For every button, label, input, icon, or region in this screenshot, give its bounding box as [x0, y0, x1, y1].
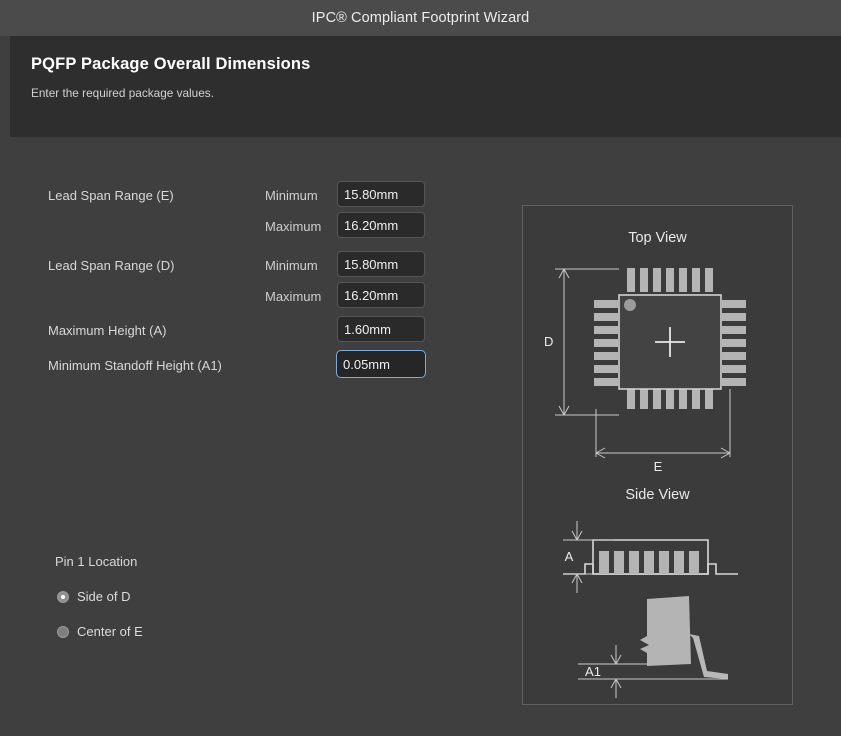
package-diagram-panel: Top View D E Side View A A1	[522, 205, 793, 705]
caption-side-view: Side View	[625, 487, 690, 503]
page-subtitle: Enter the required package values.	[31, 86, 214, 100]
dimension-label-e: E	[654, 459, 663, 474]
input-lead-span-e-max[interactable]	[337, 212, 425, 238]
input-lead-span-e-min[interactable]	[337, 181, 425, 207]
label-minimum-standoff-height: Minimum Standoff Height (A1)	[48, 358, 222, 373]
side-view-drawing: A	[563, 521, 738, 593]
wizard-page: PQFP Package Overall Dimensions Enter th…	[10, 36, 841, 736]
window-title: IPC® Compliant Footprint Wizard	[311, 10, 530, 26]
input-minimum-standoff-height[interactable]	[336, 350, 426, 378]
standoff-detail-drawing: A1	[578, 596, 728, 698]
dimension-e-drawing: E	[595, 447, 731, 474]
radio-icon-side-of-d[interactable]	[57, 590, 69, 603]
input-lead-span-d-max[interactable]	[337, 282, 425, 308]
dimension-label-a: A	[565, 549, 574, 564]
dimension-label-a1: A1	[585, 664, 601, 679]
form-area: Lead Span Range (E) Minimum Maximum Lead…	[10, 137, 841, 736]
label-maximum-height: Maximum Height (A)	[48, 323, 167, 338]
radio-option-center-of-e[interactable]: Center of E	[57, 624, 143, 639]
label-e-minimum: Minimum	[265, 188, 318, 203]
page-title: PQFP Package Overall Dimensions	[31, 55, 311, 73]
radio-label-side-of-d: Side of D	[77, 589, 131, 604]
label-lead-span-range-d: Lead Span Range (D)	[48, 258, 175, 273]
label-d-maximum: Maximum	[265, 289, 322, 304]
input-maximum-height[interactable]	[337, 316, 425, 342]
dimension-label-d: D	[544, 334, 553, 349]
radio-icon-center-of-e[interactable]	[57, 625, 69, 638]
label-pin1-location: Pin 1 Location	[55, 554, 138, 569]
input-lead-span-d-min[interactable]	[337, 251, 425, 277]
radio-option-side-of-d[interactable]: Side of D	[57, 589, 130, 604]
wizard-header: PQFP Package Overall Dimensions Enter th…	[10, 36, 841, 137]
caption-top-view: Top View	[628, 230, 687, 246]
label-lead-span-range-e: Lead Span Range (E)	[48, 188, 174, 203]
radio-label-center-of-e: Center of E	[77, 624, 143, 639]
window-titlebar: IPC® Compliant Footprint Wizard	[0, 0, 841, 36]
top-view-drawing: D	[544, 268, 746, 457]
label-e-maximum: Maximum	[265, 219, 322, 234]
label-d-minimum: Minimum	[265, 258, 318, 273]
